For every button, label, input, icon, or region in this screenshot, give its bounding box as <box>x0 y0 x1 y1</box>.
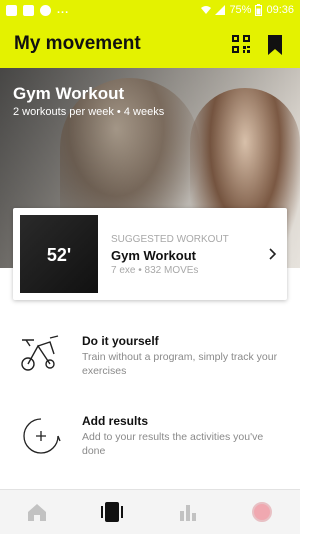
signal-icon <box>215 5 226 15</box>
chevron-right-icon[interactable] <box>267 247 277 261</box>
gallery-notification-icon <box>6 4 17 16</box>
workout-icon[interactable] <box>100 501 124 523</box>
option-title: Add results <box>82 414 149 428</box>
clock: 09:36 <box>266 4 294 16</box>
suggested-label: SUGGESTED WORKOUT <box>111 234 229 245</box>
app-notification-icon <box>40 4 51 16</box>
workout-duration: 52' <box>46 245 72 265</box>
bottom-navigation <box>0 489 300 534</box>
more-notifications: ... <box>57 4 70 16</box>
option-title: Do it yourself <box>82 334 159 348</box>
bookmark-icon[interactable] <box>266 35 284 55</box>
app-bar: My movement <box>0 22 300 68</box>
exercise-bike-icon <box>21 335 59 371</box>
option-description: Train without a program, simply track yo… <box>82 351 278 377</box>
workout-name: Gym Workout <box>111 248 196 263</box>
workout-meta: 7 exe • 832 MOVEs <box>111 265 199 276</box>
page-title: My movement <box>14 33 141 54</box>
home-icon[interactable] <box>26 501 48 523</box>
program-subtitle: 2 workouts per week • 4 weeks <box>13 106 165 118</box>
add-circle-icon <box>23 418 61 454</box>
status-bar: ... 75% 09:36 <box>0 0 300 22</box>
option-description: Add to your results the activities you'v… <box>82 431 264 457</box>
add-results-option[interactable]: Add results Add to your results the acti… <box>0 408 300 468</box>
message-notification-icon <box>23 4 34 16</box>
suggested-workout-card[interactable]: 52' SUGGESTED WORKOUT Gym Workout 7 exe … <box>13 208 287 300</box>
profile-icon[interactable] <box>251 501 273 523</box>
program-title: Gym Workout <box>13 84 125 103</box>
battery-level: 75% <box>229 4 252 16</box>
wifi-icon <box>201 6 212 14</box>
stats-icon[interactable] <box>177 501 199 523</box>
qr-code-icon[interactable] <box>232 35 250 53</box>
workout-thumbnail: 52' <box>20 215 98 293</box>
battery-icon <box>255 4 263 16</box>
do-it-yourself-option[interactable]: Do it yourself Train without a program, … <box>0 328 300 388</box>
